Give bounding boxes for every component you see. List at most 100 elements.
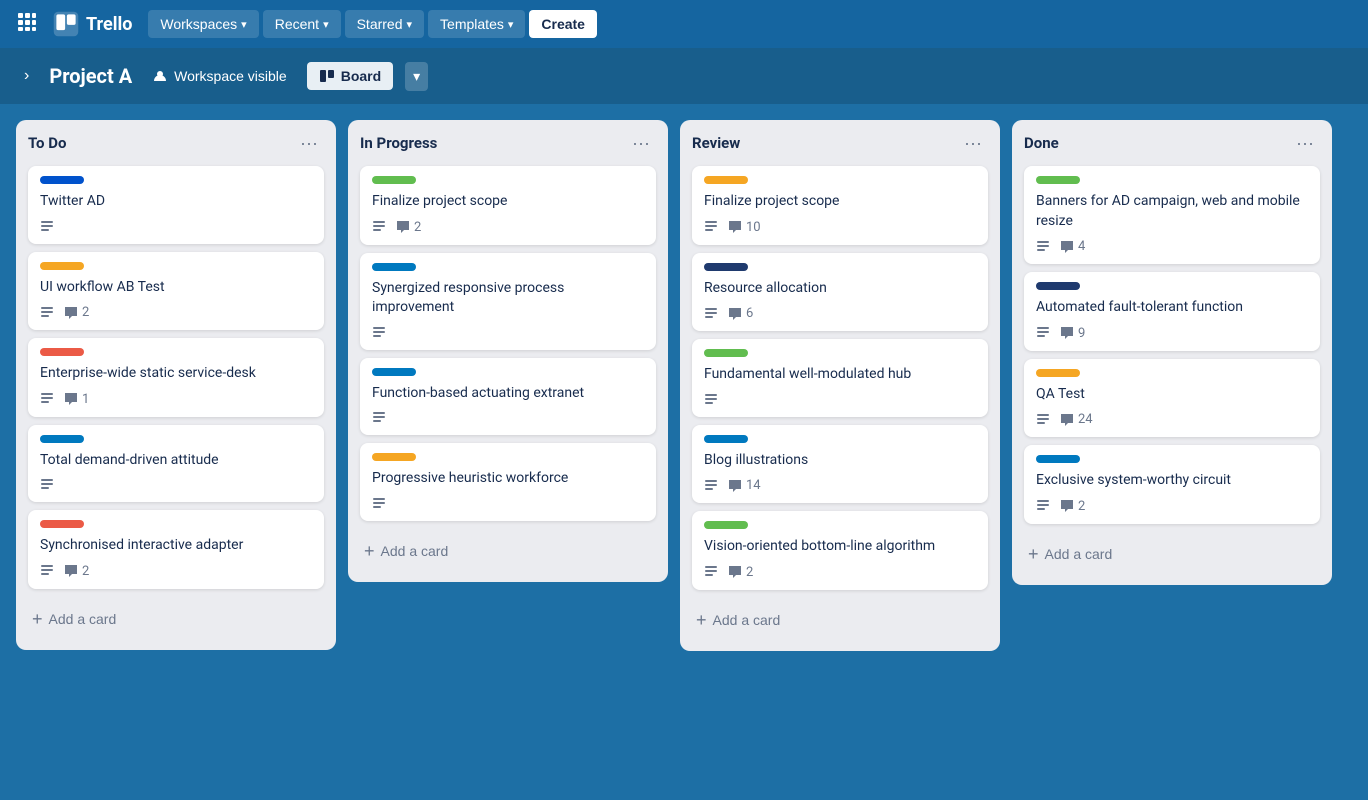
card-title: Automated fault-tolerant function: [1036, 298, 1308, 318]
starred-menu-button[interactable]: Starred ▾: [345, 10, 424, 38]
card[interactable]: Exclusive system-worthy circuit 2: [1024, 445, 1320, 524]
card[interactable]: Blog illustrations 14: [692, 425, 988, 504]
description-icon: [1036, 326, 1050, 340]
chevron-down-icon: ▾: [508, 18, 514, 31]
description-icon: [1036, 240, 1050, 254]
card-footer: [372, 326, 644, 340]
create-button[interactable]: Create: [529, 10, 597, 38]
comment-icon: 2: [64, 305, 89, 320]
card-footer: [40, 220, 312, 234]
column-header: Done ···: [1024, 132, 1320, 154]
description-icon: [372, 326, 386, 340]
templates-menu-button[interactable]: Templates ▾: [428, 10, 525, 38]
card[interactable]: Vision-oriented bottom-line algorithm 2: [692, 511, 988, 590]
card-title: Finalize project scope: [372, 192, 644, 212]
card[interactable]: Finalize project scope 2: [360, 166, 656, 245]
column-header: To Do···: [28, 132, 324, 154]
add-card-button[interactable]: + Add a card: [1024, 536, 1320, 573]
description-icon: [40, 220, 54, 234]
card-tag: [372, 263, 416, 271]
card-title: Blog illustrations: [704, 451, 976, 471]
card-footer: 2: [40, 305, 312, 320]
grid-menu-icon[interactable]: [12, 6, 42, 42]
description-icon: [1036, 413, 1050, 427]
board-view-icon: [319, 68, 335, 84]
card-tag: [1036, 455, 1080, 463]
plus-icon: +: [696, 610, 707, 631]
board-canvas: To Do···Twitter ADUI workflow AB Test 2E…: [0, 104, 1368, 800]
workspaces-menu-button[interactable]: Workspaces ▾: [148, 10, 258, 38]
column-header: Review···: [692, 132, 988, 154]
description-icon: [40, 564, 54, 578]
card[interactable]: Synergized responsive process improvemen…: [360, 253, 656, 350]
card-title: Enterprise-wide static service-desk: [40, 364, 312, 384]
card[interactable]: Banners for AD campaign, web and mobile …: [1024, 166, 1320, 264]
board-view-button[interactable]: Board: [307, 62, 393, 90]
card[interactable]: Automated fault-tolerant function 9: [1024, 272, 1320, 351]
column-menu-button[interactable]: ···: [958, 132, 988, 154]
card[interactable]: Total demand-driven attitude: [28, 425, 324, 503]
card[interactable]: Function-based actuating extranet: [360, 358, 656, 436]
card-tag: [704, 435, 748, 443]
comment-icon: 14: [728, 478, 761, 493]
board-options-button[interactable]: ▾: [405, 62, 428, 91]
description-icon: [704, 220, 718, 234]
card-tag: [704, 521, 748, 529]
add-card-button[interactable]: + Add a card: [360, 533, 656, 570]
card[interactable]: Finalize project scope 10: [692, 166, 988, 245]
card-title: Function-based actuating extranet: [372, 384, 644, 404]
card[interactable]: QA Test 24: [1024, 359, 1320, 438]
comment-icon: 1: [64, 392, 89, 407]
card-title: Synergized responsive process improvemen…: [372, 279, 644, 318]
description-icon: [704, 565, 718, 579]
column-menu-button[interactable]: ···: [294, 132, 324, 154]
comment-icon: 10: [728, 220, 761, 235]
description-icon: [40, 478, 54, 492]
chevron-left-icon: ›: [24, 67, 29, 84]
trello-logo[interactable]: Trello: [52, 10, 132, 38]
card[interactable]: Progressive heuristic workforce: [360, 443, 656, 521]
sidebar-toggle-button[interactable]: ›: [16, 64, 37, 88]
column-menu-button[interactable]: ···: [1290, 132, 1320, 154]
add-card-button[interactable]: + Add a card: [28, 601, 324, 638]
card-footer: [40, 478, 312, 492]
workspace-visibility-button[interactable]: Workspace visible: [144, 64, 295, 88]
card[interactable]: UI workflow AB Test 2: [28, 252, 324, 331]
card[interactable]: Resource allocation 6: [692, 253, 988, 332]
card-footer: 6: [704, 306, 976, 321]
description-icon: [40, 306, 54, 320]
chevron-down-icon: ▾: [413, 68, 420, 84]
recent-menu-button[interactable]: Recent ▾: [263, 10, 341, 38]
description-icon: [372, 220, 386, 234]
card-tag: [704, 176, 748, 184]
add-card-label: Add a card: [713, 612, 781, 628]
column-menu-button[interactable]: ···: [626, 132, 656, 154]
card-tag: [1036, 369, 1080, 377]
card-footer: 1: [40, 392, 312, 407]
comment-icon: 2: [728, 565, 753, 580]
add-card-label: Add a card: [49, 611, 117, 627]
card-tag: [40, 176, 84, 184]
card[interactable]: Synchronised interactive adapter 2: [28, 510, 324, 589]
card-footer: 14: [704, 478, 976, 493]
card-tag: [704, 349, 748, 357]
column-title: Done: [1024, 134, 1059, 152]
card-title: Finalize project scope: [704, 192, 976, 212]
card-tag: [40, 435, 84, 443]
card-title: Exclusive system-worthy circuit: [1036, 471, 1308, 491]
column-title: In Progress: [360, 134, 437, 152]
card-tag: [40, 348, 84, 356]
column-inprogress: In Progress ··· Finalize project scope 2 Sy…: [348, 120, 668, 582]
card-tag: [40, 262, 84, 270]
card-footer: 2: [40, 564, 312, 579]
card[interactable]: Twitter AD: [28, 166, 324, 244]
add-card-button[interactable]: + Add a card: [692, 602, 988, 639]
card-footer: 2: [704, 565, 976, 580]
plus-icon: +: [364, 541, 375, 562]
card[interactable]: Fundamental well-modulated hub: [692, 339, 988, 417]
card-tag: [372, 368, 416, 376]
card[interactable]: Enterprise-wide static service-desk 1: [28, 338, 324, 417]
card-tag: [704, 263, 748, 271]
comment-icon: 24: [1060, 412, 1093, 427]
description-icon: [704, 393, 718, 407]
